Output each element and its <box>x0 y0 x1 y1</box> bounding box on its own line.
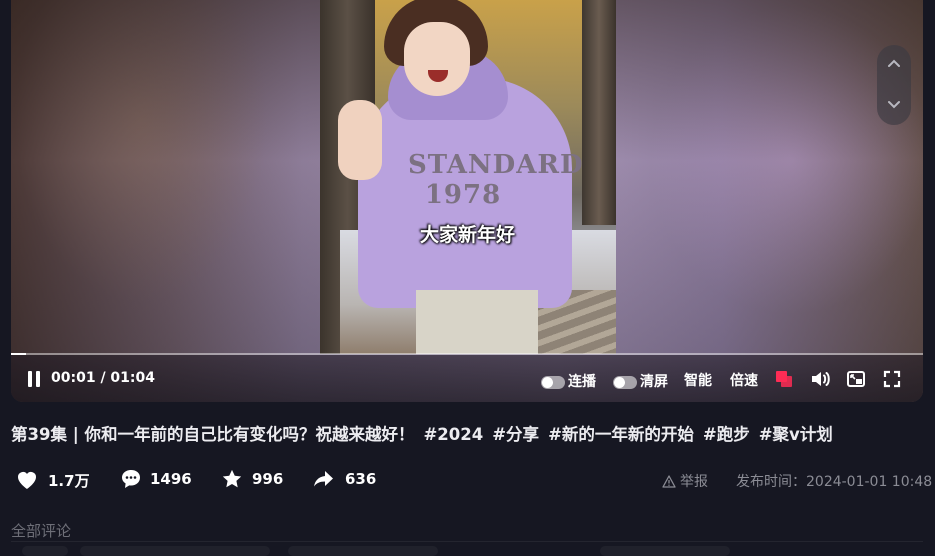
report-button[interactable]: 举报 <box>662 471 708 491</box>
autoplay-label: 连播 <box>568 374 596 390</box>
player-controls: 00:01 / 01:04 连播 清屏 智能 倍速 <box>11 355 923 402</box>
video-frame[interactable]: STANDARD 1978 大家新年好 <box>320 0 616 354</box>
hashtag[interactable]: #聚v计划 <box>759 425 833 444</box>
waving-hand <box>338 100 382 180</box>
star-icon <box>222 469 242 488</box>
comment-count: 1496 <box>150 470 192 488</box>
playback-time: 00:01 / 01:04 <box>51 370 155 386</box>
divider <box>11 541 923 542</box>
hashtag[interactable]: #2024 <box>423 425 483 444</box>
warning-icon <box>662 475 676 488</box>
share-count: 636 <box>345 470 377 488</box>
pause-icon[interactable] <box>27 371 41 387</box>
volume-icon[interactable] <box>809 368 831 390</box>
hashtag[interactable]: #新的一年新的开始 <box>548 425 694 444</box>
video-title-line: 第39集 | 你和一年前的自己比有变化吗？祝越来越好！ #2024 #分享 #新的一年… <box>11 421 923 445</box>
hashtag[interactable]: #跑步 <box>703 425 750 444</box>
favorite-count: 996 <box>252 470 284 488</box>
share-arrow-icon <box>314 471 333 487</box>
video-title: 第39集 | 你和一年前的自己比有变化吗？祝越来越好！ <box>11 425 415 444</box>
like-count: 1.7万 <box>48 472 90 490</box>
clear-screen-label: 清屏 <box>640 374 668 390</box>
heart-icon <box>18 472 36 489</box>
comment-icon <box>122 470 140 488</box>
next-video-chevron-down-icon[interactable] <box>885 95 903 113</box>
smart-button[interactable]: 智能 <box>684 370 712 390</box>
previous-video-chevron-up-icon[interactable] <box>885 55 903 73</box>
picture-in-picture-icon[interactable] <box>845 368 867 390</box>
fullscreen-icon[interactable] <box>881 368 903 390</box>
video-subtitle: 大家新年好 <box>420 224 516 246</box>
toggle-switch-icon <box>541 376 565 389</box>
tree-trunk-right <box>582 0 616 225</box>
autoplay-toggle[interactable]: 连播 <box>541 371 596 390</box>
toggle-switch-icon <box>613 376 637 389</box>
video-switch-nav <box>877 45 911 125</box>
danmu-icon[interactable] <box>776 371 792 387</box>
publish-time: 发布时间：2024-01-01 10:48 <box>736 474 933 490</box>
comment-avatar-peek <box>22 546 68 556</box>
face <box>404 22 470 96</box>
comment-row-peek <box>80 546 270 556</box>
comment-row-peek <box>600 546 730 556</box>
video-player[interactable]: STANDARD 1978 大家新年好 00:01 / 01:04 连播 清屏 … <box>11 0 923 402</box>
clear-screen-toggle[interactable]: 清屏 <box>613 371 668 390</box>
comments-section-title: 全部评论 <box>11 522 72 540</box>
speed-button[interactable]: 倍速 <box>730 370 758 390</box>
hashtag[interactable]: #分享 <box>492 425 539 444</box>
hoodie-print: STANDARD 1978 <box>408 150 584 210</box>
pants <box>416 290 538 354</box>
report-label: 举报 <box>680 474 708 490</box>
comment-row-peek <box>288 546 438 556</box>
